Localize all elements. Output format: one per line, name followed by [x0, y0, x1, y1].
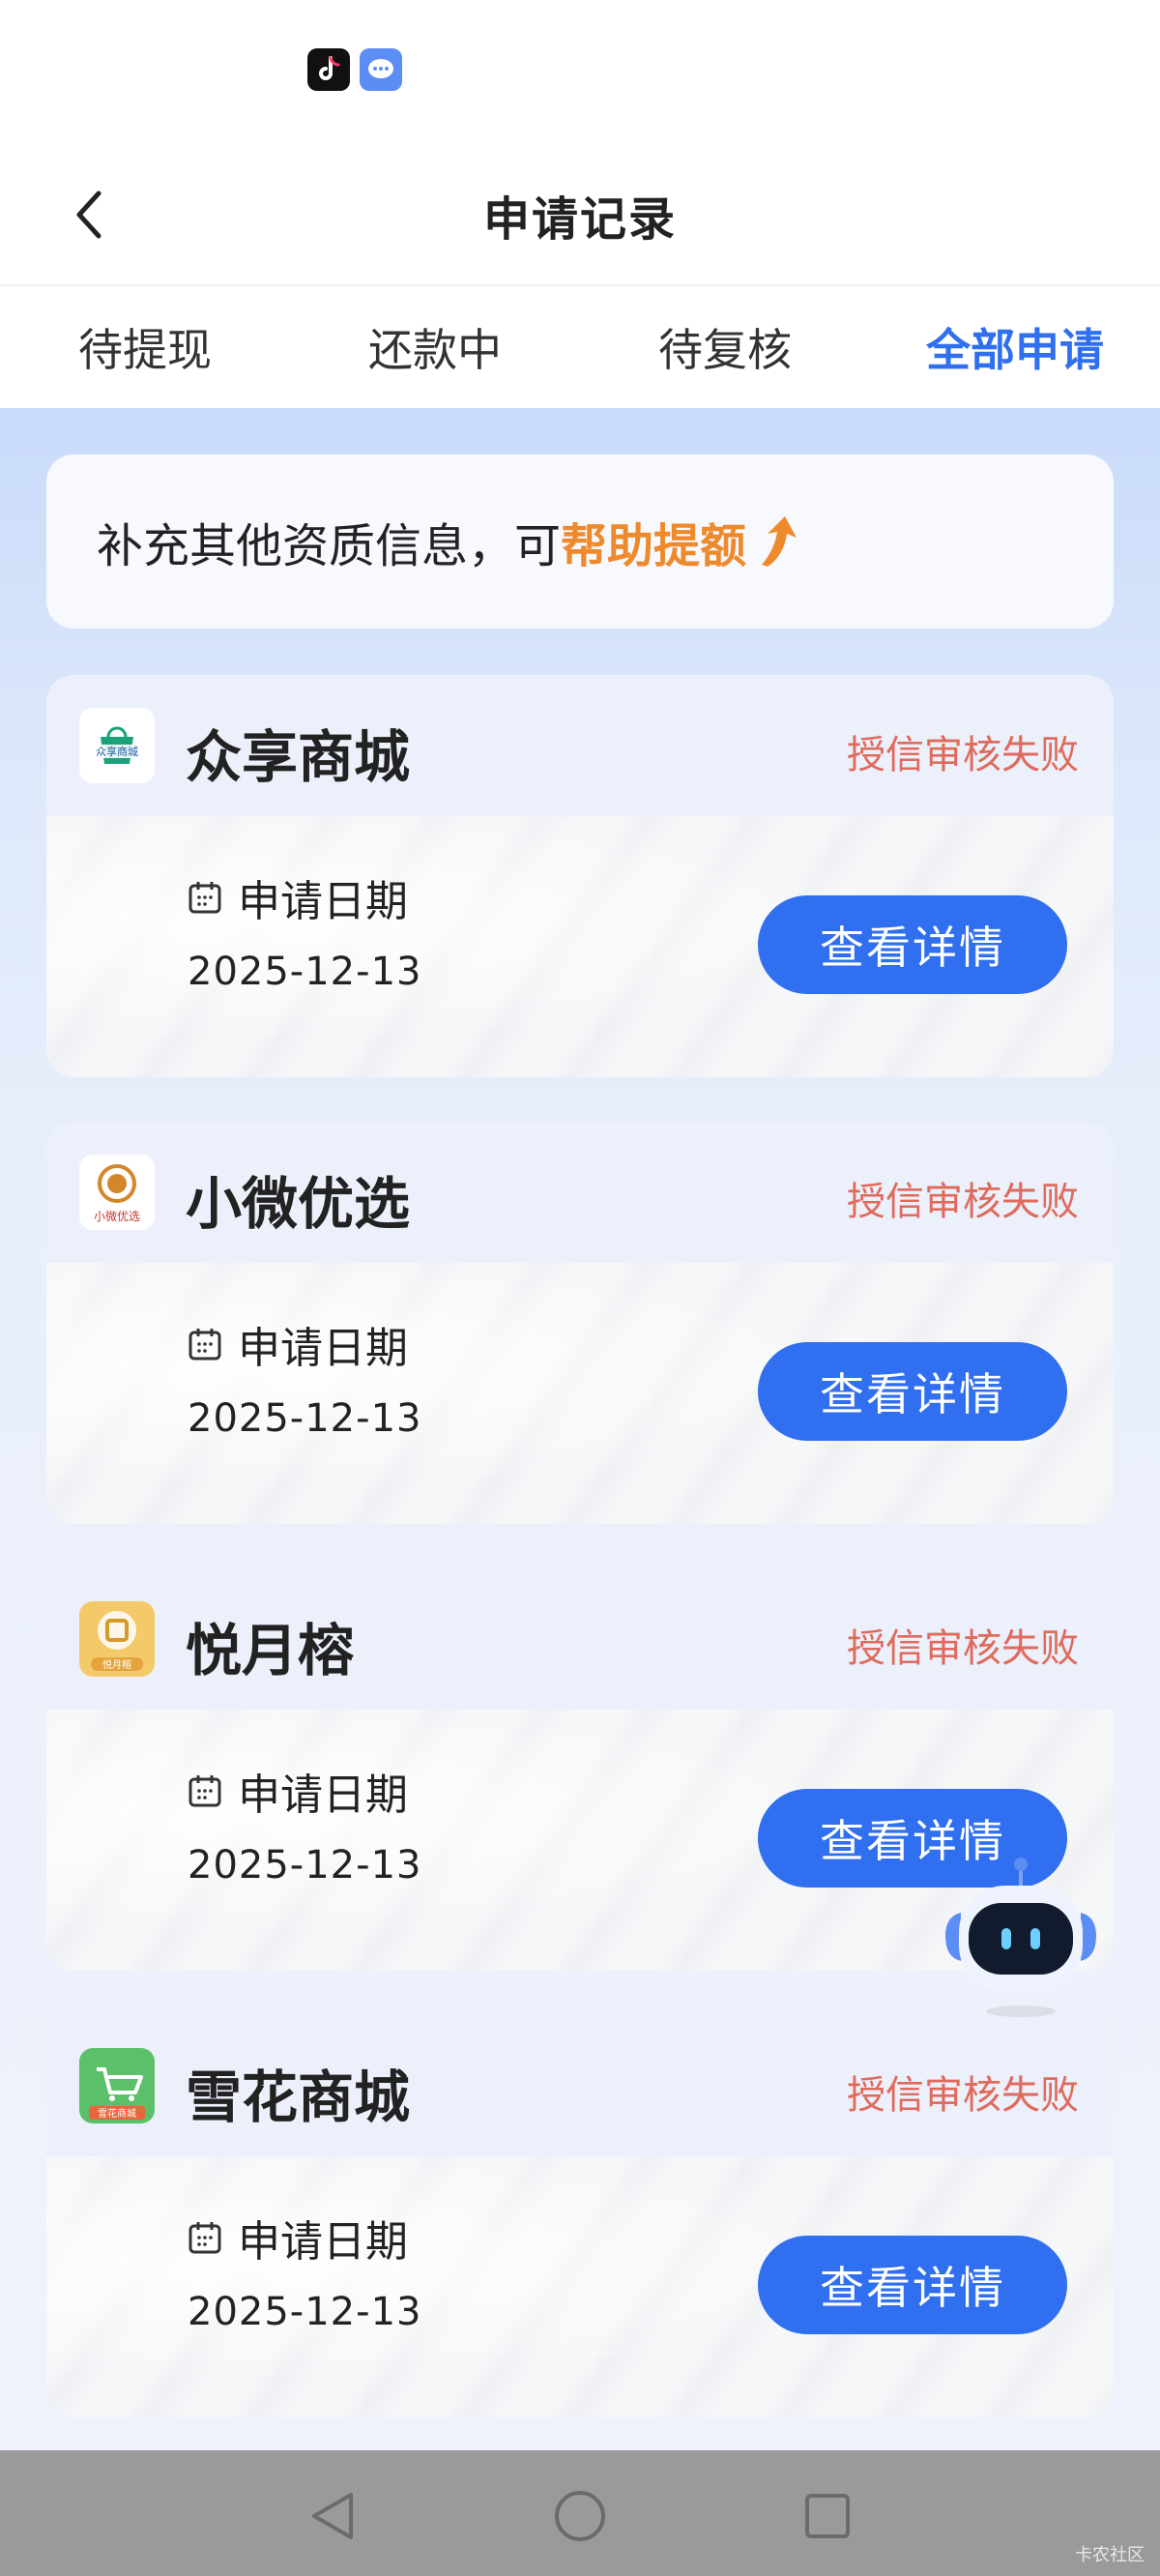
tab-bar: 待提现 还款中 待复核 全部申请 — [0, 284, 1160, 408]
date-label: 申请日期 — [238, 2217, 408, 2267]
application-date: 2025-12-13 — [188, 950, 422, 994]
square-recents-icon — [805, 2494, 850, 2538]
calendar-icon — [188, 1775, 221, 1807]
application-date: 2025-12-13 — [188, 2290, 422, 2334]
yueyuerong-logo: 悦月榕 — [79, 1601, 155, 1677]
svg-text:小微优选: 小微优选 — [94, 1210, 140, 1223]
tiktok-icon — [307, 48, 350, 91]
system-home-button[interactable] — [553, 2489, 607, 2543]
status-icons — [307, 48, 402, 91]
navigation-bar: 申请记录 — [0, 145, 1160, 284]
tab-pending-withdrawal[interactable]: 待提现 — [0, 315, 290, 379]
record-card-header: 众享商城 众享商城 授信审核失败 — [46, 675, 1114, 816]
shop-name: 小微优选 — [186, 1171, 411, 1237]
calendar-icon — [188, 882, 221, 914]
record-card-header: 小微优选 小微优选 授信审核失败 — [46, 1122, 1114, 1263]
status-badge: 授信审核失败 — [847, 1180, 1079, 1224]
date-label-row: 申请日期 — [188, 2207, 408, 2269]
content-area: 补充其他资质信息，可 帮助提额 众享商城 众享商城 授信审核失败 申请日期 20… — [0, 408, 1160, 2450]
zhongxiang-logo: 众享商城 — [79, 708, 155, 783]
system-navigation-bar: 卡农社区 — [0, 2450, 1160, 2576]
application-date: 2025-12-13 — [188, 1396, 422, 1441]
system-recents-button[interactable] — [800, 2489, 855, 2543]
record-card-body: 申请日期 2025-12-13 查看详情 — [46, 816, 1114, 1077]
shop-name: 雪花商城 — [186, 2064, 411, 2130]
xiaowei-logo: 小微优选 — [79, 1155, 155, 1230]
calendar-icon — [188, 2222, 221, 2254]
assistant-robot-icon[interactable] — [934, 1847, 1108, 2021]
date-label: 申请日期 — [238, 877, 408, 926]
arrow-up-icon — [756, 514, 800, 569]
shop-name: 悦月榕 — [186, 1618, 355, 1683]
date-label-row: 申请日期 — [188, 1760, 408, 1822]
status-bar — [0, 0, 1160, 145]
banner-text: 补充其他资质信息，可 — [97, 519, 562, 573]
shop-name: 众享商城 — [186, 724, 411, 790]
calendar-icon — [188, 1329, 221, 1361]
svg-text:悦月榕: 悦月榕 — [102, 1658, 131, 1671]
tab-repaying[interactable]: 还款中 — [290, 315, 580, 379]
record-card: 雪花商城 雪花商城 授信审核失败 申请日期 2025-12-13 查看详情 — [46, 2015, 1114, 2417]
date-label: 申请日期 — [238, 1324, 408, 1373]
record-card-body: 申请日期 2025-12-13 查看详情 — [46, 2156, 1114, 2417]
status-badge: 授信审核失败 — [847, 2073, 1079, 2118]
tab-all-applications[interactable]: 全部申请 — [870, 315, 1160, 379]
view-details-button[interactable]: 查看详情 — [758, 895, 1067, 994]
application-date: 2025-12-13 — [188, 1843, 422, 1888]
date-label-row: 申请日期 — [188, 866, 408, 928]
circle-home-icon — [555, 2491, 605, 2541]
status-badge: 授信审核失败 — [847, 1626, 1079, 1671]
view-details-button[interactable]: 查看详情 — [758, 1342, 1067, 1441]
back-button[interactable] — [58, 184, 120, 246]
message-icon — [360, 48, 402, 91]
triangle-back-icon — [312, 2493, 353, 2539]
credit-boost-banner[interactable]: 补充其他资质信息，可 帮助提额 — [46, 454, 1114, 629]
record-card-header: 悦月榕 悦月榕 授信审核失败 — [46, 1568, 1114, 1710]
system-back-button[interactable] — [305, 2489, 360, 2543]
record-card: 众享商城 众享商城 授信审核失败 申请日期 2025-12-13 查看详情 — [46, 675, 1114, 1077]
view-details-button[interactable]: 查看详情 — [758, 2236, 1067, 2334]
chevron-left-icon — [76, 190, 102, 239]
svg-text:雪花商城: 雪花商城 — [98, 2107, 136, 2120]
watermark: 卡农社区 — [1075, 2545, 1145, 2565]
status-badge: 授信审核失败 — [847, 733, 1079, 777]
banner-highlight: 帮助提额 — [561, 519, 747, 573]
record-card-body: 申请日期 2025-12-13 查看详情 — [46, 1263, 1114, 1524]
date-label: 申请日期 — [238, 1771, 408, 1820]
xuehua-logo: 雪花商城 — [79, 2048, 155, 2123]
tab-pending-review[interactable]: 待复核 — [580, 315, 870, 379]
page-title: 申请记录 — [482, 192, 677, 247]
record-card-header: 雪花商城 雪花商城 授信审核失败 — [46, 2015, 1114, 2156]
record-card: 小微优选 小微优选 授信审核失败 申请日期 2025-12-13 查看详情 — [46, 1122, 1114, 1524]
date-label-row: 申请日期 — [188, 1313, 408, 1375]
svg-text:众享商城: 众享商城 — [96, 745, 138, 758]
